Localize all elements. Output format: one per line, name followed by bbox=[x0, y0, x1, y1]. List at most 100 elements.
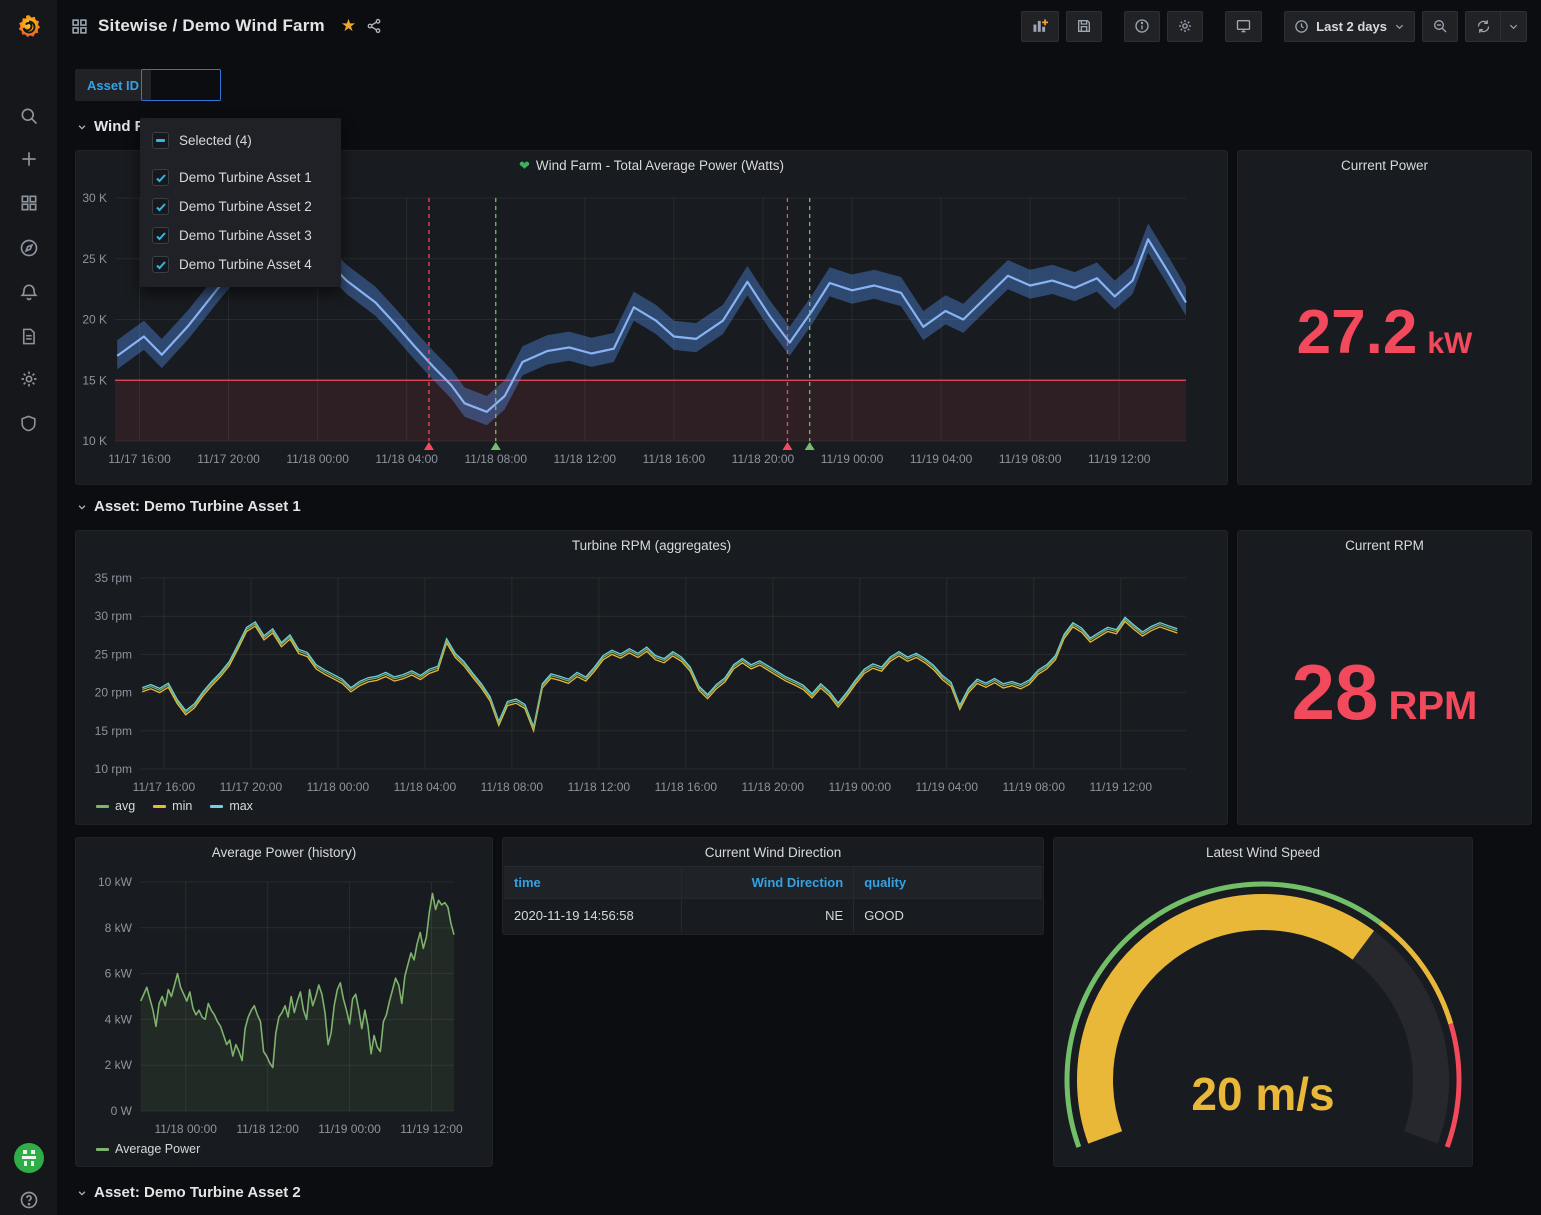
variable-label: Asset ID bbox=[75, 69, 151, 101]
create-plus-icon[interactable] bbox=[0, 141, 57, 177]
svg-text:11/17 16:00: 11/17 16:00 bbox=[108, 452, 171, 466]
turbine-rpm-chart[interactable]: 11/17 16:0011/17 20:0011/18 00:0011/18 0… bbox=[76, 531, 1227, 824]
avg-power-legend: Average Power bbox=[96, 1142, 200, 1156]
svg-text:11/18 00:00: 11/18 00:00 bbox=[286, 452, 349, 466]
svg-text:20 rpm: 20 rpm bbox=[95, 686, 132, 700]
panel-current-rpm: Current RPM 28 RPM bbox=[1237, 530, 1532, 825]
chevron-down-icon bbox=[1508, 21, 1519, 32]
dashboard-header: Sitewise / Demo Wind Farm ★ bbox=[57, 0, 1541, 52]
avg-power-chart[interactable]: 11/18 00:0011/18 12:0011/19 00:0011/19 1… bbox=[76, 838, 492, 1166]
column-header-quality[interactable]: quality bbox=[854, 867, 1042, 899]
help-icon[interactable] bbox=[0, 1182, 57, 1215]
zoom-out-time-button[interactable] bbox=[1422, 11, 1458, 42]
svg-text:11/18 12:00: 11/18 12:00 bbox=[568, 780, 631, 794]
svg-text:10 rpm: 10 rpm bbox=[95, 762, 132, 776]
svg-text:11/19 12:00: 11/19 12:00 bbox=[400, 1122, 463, 1136]
docs-file-icon[interactable] bbox=[0, 318, 57, 354]
legend-item[interactable]: avg bbox=[96, 799, 135, 813]
explore-compass-icon[interactable] bbox=[0, 230, 57, 266]
svg-text:15 K: 15 K bbox=[82, 373, 107, 387]
svg-text:10 K: 10 K bbox=[82, 434, 107, 448]
svg-text:35 rpm: 35 rpm bbox=[95, 571, 132, 585]
panel-title[interactable]: Current Wind Direction bbox=[503, 845, 1043, 860]
dashboard-grid-icon[interactable] bbox=[71, 18, 88, 35]
chevron-down-icon bbox=[77, 502, 87, 512]
refresh-button[interactable] bbox=[1465, 11, 1501, 42]
svg-text:11/19 08:00: 11/19 08:00 bbox=[1003, 780, 1066, 794]
column-header-wind-direction[interactable]: Wind Direction bbox=[682, 867, 854, 899]
wind-speed-gauge: 20 m/s bbox=[1054, 838, 1472, 1166]
dropdown-option[interactable]: Demo Turbine Asset 4 bbox=[140, 250, 341, 279]
svg-text:11/18 20:00: 11/18 20:00 bbox=[742, 780, 805, 794]
svg-text:11/18 08:00: 11/18 08:00 bbox=[464, 452, 527, 466]
svg-text:11/17 20:00: 11/17 20:00 bbox=[220, 780, 283, 794]
svg-text:11/18 20:00: 11/18 20:00 bbox=[732, 452, 795, 466]
svg-text:4 kW: 4 kW bbox=[105, 1012, 133, 1026]
svg-text:30 rpm: 30 rpm bbox=[95, 609, 132, 623]
dropdown-option[interactable]: Demo Turbine Asset 2 bbox=[140, 192, 341, 221]
panel-title[interactable]: Current Power bbox=[1238, 158, 1531, 173]
add-panel-button[interactable] bbox=[1021, 11, 1059, 42]
page-title: Sitewise / Demo Wind Farm bbox=[98, 16, 325, 36]
svg-text:11/18 04:00: 11/18 04:00 bbox=[394, 780, 457, 794]
legend-item[interactable]: max bbox=[210, 799, 253, 813]
asset-id-dropdown-menu: Selected (4) Demo Turbine Asset 1 Demo T… bbox=[140, 118, 341, 287]
save-dashboard-button[interactable] bbox=[1066, 11, 1102, 42]
refresh-interval-dropdown[interactable] bbox=[1501, 11, 1527, 42]
user-avatar[interactable] bbox=[0, 1140, 57, 1176]
search-icon[interactable] bbox=[0, 98, 57, 134]
checkbox-checked[interactable] bbox=[152, 198, 169, 215]
favorite-star-icon[interactable]: ★ bbox=[341, 16, 356, 36]
checkbox-indeterminate[interactable] bbox=[152, 132, 169, 149]
admin-shield-icon[interactable] bbox=[0, 405, 57, 441]
chevron-down-icon bbox=[1394, 21, 1405, 32]
dropdown-option[interactable]: Demo Turbine Asset 3 bbox=[140, 221, 341, 250]
svg-text:11/17 16:00: 11/17 16:00 bbox=[133, 780, 196, 794]
checkbox-checked[interactable] bbox=[152, 256, 169, 273]
chevron-down-icon bbox=[77, 1188, 87, 1198]
svg-text:11/18 08:00: 11/18 08:00 bbox=[481, 780, 544, 794]
stat-value: 27.2 kW bbox=[1297, 297, 1473, 368]
svg-text:11/19 00:00: 11/19 00:00 bbox=[318, 1122, 381, 1136]
svg-text:11/18 16:00: 11/18 16:00 bbox=[655, 780, 718, 794]
table-row: 2020-11-19 14:56:58NEGOOD bbox=[504, 899, 1042, 933]
wind-direction-table: time Wind Direction quality 2020-11-19 1… bbox=[504, 866, 1042, 932]
panel-current-power: Current Power 27.2 kW bbox=[1237, 150, 1532, 485]
svg-text:11/18 12:00: 11/18 12:00 bbox=[236, 1122, 299, 1136]
column-header-time[interactable]: time bbox=[504, 867, 682, 899]
panel-wind-direction: Current Wind Direction time Wind Directi… bbox=[502, 837, 1044, 935]
svg-text:11/18 04:00: 11/18 04:00 bbox=[375, 452, 438, 466]
panel-latest-wind-speed: Latest Wind Speed 20 m/s bbox=[1053, 837, 1473, 1167]
legend-item[interactable]: Average Power bbox=[96, 1142, 200, 1156]
asset-id-input[interactable] bbox=[141, 69, 221, 101]
svg-text:20 K: 20 K bbox=[82, 313, 107, 327]
svg-text:10 kW: 10 kW bbox=[98, 875, 133, 889]
checkbox-checked[interactable] bbox=[152, 227, 169, 244]
time-range-picker[interactable]: Last 2 days bbox=[1284, 11, 1415, 42]
grafana-logo[interactable] bbox=[0, 8, 57, 46]
settings-gear-icon[interactable] bbox=[0, 361, 57, 397]
svg-text:0 W: 0 W bbox=[111, 1104, 133, 1118]
svg-text:11/18 12:00: 11/18 12:00 bbox=[554, 452, 617, 466]
panel-title[interactable]: Current RPM bbox=[1238, 538, 1531, 553]
legend-item[interactable]: min bbox=[153, 799, 192, 813]
row-header-asset-1[interactable]: Asset: Demo Turbine Asset 1 bbox=[77, 498, 301, 515]
svg-text:25 rpm: 25 rpm bbox=[95, 647, 132, 661]
svg-text:2 kW: 2 kW bbox=[105, 1058, 133, 1072]
svg-text:11/19 08:00: 11/19 08:00 bbox=[999, 452, 1062, 466]
dropdown-summary-item[interactable]: Selected (4) bbox=[140, 124, 341, 157]
grafana-dashboard: Sitewise / Demo Wind Farm ★ bbox=[0, 0, 1541, 1215]
alerting-bell-icon[interactable] bbox=[0, 274, 57, 310]
share-icon[interactable] bbox=[366, 18, 382, 34]
dashboard-settings-button[interactable] bbox=[1167, 11, 1203, 42]
tv-kiosk-button[interactable] bbox=[1225, 11, 1262, 42]
svg-text:30 K: 30 K bbox=[82, 191, 107, 205]
checkbox-checked[interactable] bbox=[152, 169, 169, 186]
svg-text:11/19 04:00: 11/19 04:00 bbox=[916, 780, 979, 794]
row-header-asset-2[interactable]: Asset: Demo Turbine Asset 2 bbox=[77, 1184, 301, 1201]
dashboards-icon[interactable] bbox=[0, 185, 57, 221]
dropdown-option[interactable]: Demo Turbine Asset 1 bbox=[140, 163, 341, 192]
panel-turbine-rpm: Turbine RPM (aggregates) 11/17 16:0011/1… bbox=[75, 530, 1228, 825]
time-range-label: Last 2 days bbox=[1316, 19, 1387, 34]
dashboard-insights-button[interactable] bbox=[1124, 11, 1160, 42]
